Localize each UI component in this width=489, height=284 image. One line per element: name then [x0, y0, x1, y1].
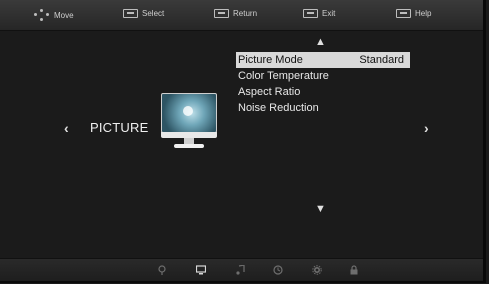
menu-item-color-temperature[interactable]: Color Temperature	[236, 68, 410, 84]
picture-icon[interactable]	[196, 265, 206, 275]
category-icon-bar	[0, 258, 483, 281]
gear-icon[interactable]	[312, 265, 322, 275]
hint-select: Select	[123, 9, 164, 18]
settings-menu: Picture Mode Standard Color Temperature …	[236, 52, 410, 116]
prev-category-arrow[interactable]: ‹	[64, 120, 69, 136]
menu-item-aspect-ratio[interactable]: Aspect Ratio	[236, 84, 410, 100]
hint-move: Move	[34, 9, 74, 21]
info-key-icon	[396, 9, 411, 18]
hint-bar: Move Select Return Exit Help	[0, 0, 483, 31]
lock-icon[interactable]	[349, 265, 359, 275]
menu-item-value: Standard	[359, 54, 404, 66]
hint-label: Help	[415, 9, 432, 18]
hint-help: Help	[396, 9, 431, 18]
menu-item-label: Noise Reduction	[238, 102, 319, 114]
hint-label: Select	[142, 9, 165, 18]
hint-label: Move	[54, 10, 74, 20]
menu-item-label: Color Temperature	[238, 70, 329, 82]
hint-label: Return	[233, 9, 258, 18]
menu-area: ‹ PICTURE ▲ Picture Mode Standard Color …	[0, 31, 483, 258]
tv-monitor-icon	[161, 93, 217, 153]
clock-icon[interactable]	[273, 265, 283, 275]
menu-item-label: Aspect Ratio	[238, 86, 301, 98]
menu-key-icon	[214, 9, 229, 18]
menu-item-label: Picture Mode	[238, 54, 303, 66]
scroll-down-arrow[interactable]: ▼	[315, 203, 326, 215]
category-title: PICTURE	[90, 120, 149, 135]
music-note-icon[interactable]	[235, 265, 245, 275]
ok-key-icon	[123, 9, 138, 18]
scroll-up-arrow[interactable]: ▲	[315, 36, 326, 48]
hint-return: Return	[214, 9, 257, 18]
tv-menu-frame: Move Select Return Exit Help ‹ PICTURE ▲	[0, 0, 486, 283]
dpad-icon	[34, 9, 50, 21]
menu-item-noise-reduction[interactable]: Noise Reduction	[236, 100, 410, 116]
next-category-arrow[interactable]: ›	[424, 120, 429, 136]
satellite-icon[interactable]	[157, 265, 167, 275]
hint-label: Exit	[322, 9, 336, 18]
menu-item-picture-mode[interactable]: Picture Mode Standard	[236, 52, 410, 68]
exit-key-icon	[303, 9, 318, 18]
hint-exit: Exit	[303, 9, 335, 18]
